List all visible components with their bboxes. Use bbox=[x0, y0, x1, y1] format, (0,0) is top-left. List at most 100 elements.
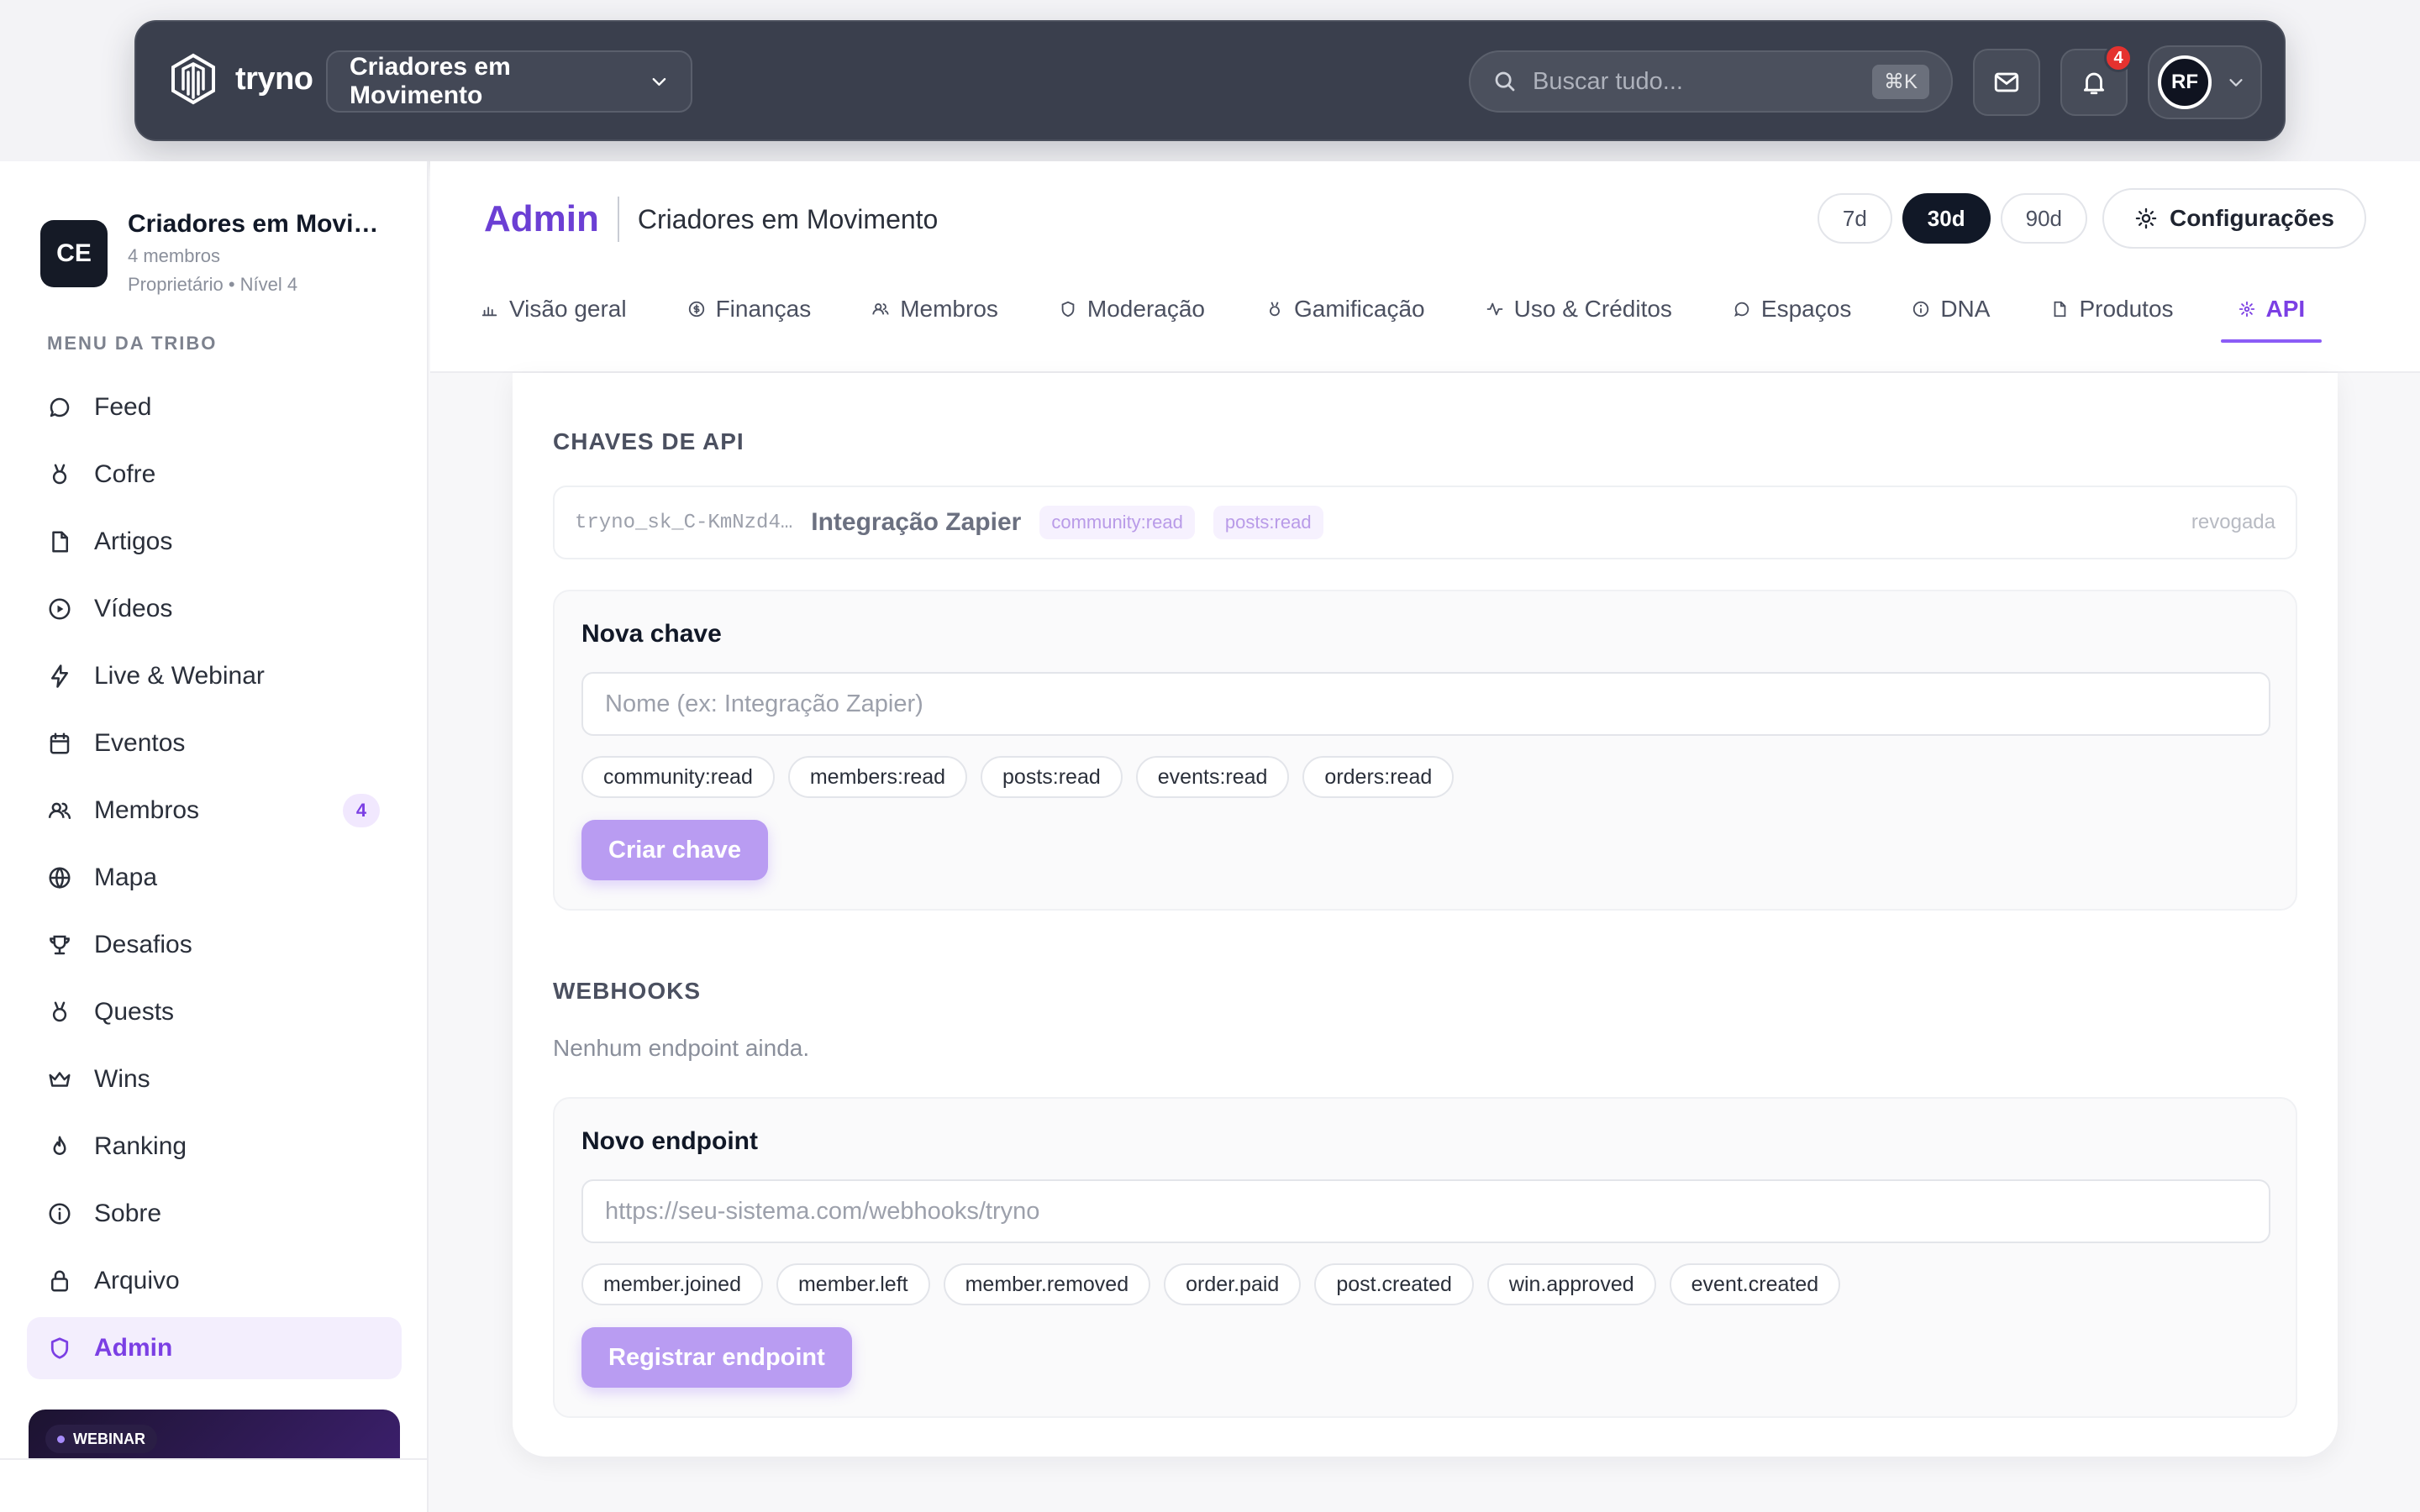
mail-icon bbox=[1994, 72, 2019, 92]
sidebar-item-artigos[interactable]: Artigos bbox=[27, 511, 402, 573]
admin-header: Admin Criadores em Movimento 7d 30d 90d … bbox=[430, 161, 2420, 373]
event-chip[interactable]: member.removed bbox=[943, 1263, 1151, 1305]
tab-visao-geral[interactable]: Visão geral bbox=[481, 276, 657, 343]
new-key-form: Nova chave community:read members:read p… bbox=[553, 590, 2297, 911]
user-menu-button[interactable]: RF bbox=[2148, 45, 2262, 119]
sidebar-item-feed[interactable]: Feed bbox=[27, 376, 402, 438]
range-7d-button[interactable]: 7d bbox=[1817, 193, 1892, 244]
sidebar-item-mapa[interactable]: Mapa bbox=[27, 847, 402, 909]
sidebar-item-eventos[interactable]: Eventos bbox=[27, 712, 402, 774]
sidebar-item-label: Cofre bbox=[94, 460, 156, 488]
tab-label: API bbox=[2265, 296, 2306, 322]
global-search[interactable]: ⌘K bbox=[1469, 50, 1953, 113]
key-name-input[interactable] bbox=[581, 672, 2270, 736]
range-90d-button[interactable]: 90d bbox=[2000, 193, 2087, 244]
sidebar-item-label: Eventos bbox=[94, 729, 186, 757]
event-chip[interactable]: post.created bbox=[1314, 1263, 1474, 1305]
settings-button[interactable]: Configurações bbox=[2102, 188, 2366, 249]
tab-uso-creditos[interactable]: Uso & Créditos bbox=[1486, 276, 1702, 343]
event-chip[interactable]: event.created bbox=[1669, 1263, 1841, 1305]
document-icon bbox=[52, 531, 68, 553]
search-icon bbox=[1495, 71, 1515, 92]
scope-chip[interactable]: events:read bbox=[1135, 756, 1290, 798]
users-icon bbox=[48, 802, 71, 819]
lightning-icon bbox=[51, 664, 68, 688]
sidebar-item-membros[interactable]: Membros 4 bbox=[27, 780, 402, 842]
activity-icon bbox=[1486, 302, 1502, 316]
endpoint-url-input[interactable] bbox=[581, 1179, 2270, 1243]
sidebar-item-quests[interactable]: Quests bbox=[27, 981, 402, 1043]
tab-dna[interactable]: DNA bbox=[1912, 276, 2020, 343]
shield-icon bbox=[50, 1337, 69, 1359]
tribe-name: Criadores em Movimento bbox=[128, 210, 380, 238]
settings-button-label: Configurações bbox=[2169, 205, 2334, 231]
menu-title: MENU DA TRIBO bbox=[47, 333, 218, 354]
scope-chip[interactable]: posts:read bbox=[981, 756, 1123, 798]
tab-espacos[interactable]: Espaços bbox=[1733, 276, 1881, 343]
tab-financas[interactable]: Finanças bbox=[687, 276, 842, 343]
tab-api[interactable]: API bbox=[2220, 276, 2323, 343]
title-divider bbox=[617, 197, 619, 242]
sidebar-item-ranking[interactable]: Ranking bbox=[27, 1116, 402, 1178]
trophy-icon bbox=[50, 935, 70, 955]
medal-icon bbox=[1270, 302, 1280, 317]
tab-gamificacao[interactable]: Gamificação bbox=[1265, 276, 1455, 343]
sparkle-icon bbox=[2238, 301, 2254, 318]
sidebar-item-label: Arquivo bbox=[94, 1267, 180, 1294]
sidebar-item-label: Desafios bbox=[94, 931, 192, 958]
scope-chip[interactable]: orders:read bbox=[1302, 756, 1455, 798]
tab-produtos[interactable]: Produtos bbox=[2050, 276, 2203, 343]
brand[interactable]: tryno bbox=[166, 52, 313, 106]
tab-label: Moderação bbox=[1086, 296, 1205, 322]
event-chip[interactable]: order.paid bbox=[1164, 1263, 1302, 1305]
webhooks-section-title: WEBHOOKS bbox=[553, 978, 701, 1004]
topbar-background: tryno Criadores em Movimento ⌘K 4 RF bbox=[0, 0, 2420, 161]
scope-chip[interactable]: community:read bbox=[581, 756, 775, 798]
sidebar-item-admin[interactable]: Admin bbox=[27, 1317, 402, 1379]
sidebar-item-videos[interactable]: Vídeos bbox=[27, 578, 402, 640]
messages-button[interactable] bbox=[1973, 49, 2040, 116]
webhook-event-chips: member.joined member.left member.removed… bbox=[581, 1263, 1841, 1305]
shield-icon bbox=[1061, 301, 1075, 318]
document-icon bbox=[2054, 301, 2066, 318]
create-key-button[interactable]: Criar chave bbox=[581, 820, 768, 880]
live-dot-icon bbox=[57, 1435, 65, 1443]
api-key-scope: community:read bbox=[1039, 506, 1195, 539]
community-selector[interactable]: Criadores em Movimento bbox=[326, 50, 692, 113]
page-title-text: Admin bbox=[484, 198, 599, 239]
dollar-circle-icon bbox=[688, 301, 704, 318]
medal-icon bbox=[52, 464, 67, 485]
users-icon bbox=[872, 303, 889, 315]
topbar: tryno Criadores em Movimento ⌘K 4 RF bbox=[134, 20, 2286, 141]
scope-chip[interactable]: members:read bbox=[787, 756, 968, 798]
event-chip[interactable]: member.joined bbox=[581, 1263, 763, 1305]
sidebar-item-sobre[interactable]: Sobre bbox=[27, 1183, 402, 1245]
sidebar: CE Criadores em Movimento 4 membros Prop… bbox=[0, 161, 429, 1512]
sidebar-item-desafios[interactable]: Desafios bbox=[27, 914, 402, 976]
sidebar-menu: Feed Cofre Artigos Vídeos Live & Webinar… bbox=[27, 376, 402, 1384]
sidebar-item-arquivo[interactable]: Arquivo bbox=[27, 1250, 402, 1312]
sidebar-item-label: Membros bbox=[94, 796, 200, 824]
tribe-members: 4 membros bbox=[128, 245, 221, 266]
sidebar-item-wins[interactable]: Wins bbox=[27, 1048, 402, 1110]
sidebar-item-cofre[interactable]: Cofre bbox=[27, 444, 402, 506]
tribe-header[interactable]: CE Criadores em Movimento 4 membros Prop… bbox=[40, 210, 380, 296]
api-panel: CHAVES DE API tryno_sk_C-KmNzd4… Integra… bbox=[513, 373, 2338, 1457]
event-chip[interactable]: win.approved bbox=[1486, 1263, 1656, 1305]
sidebar-item-live-webinar[interactable]: Live & Webinar bbox=[27, 645, 402, 707]
chevron-down-icon bbox=[2229, 79, 2243, 87]
info-icon bbox=[1913, 301, 1929, 318]
webhooks-empty-text: Nenhum endpoint ainda. bbox=[553, 1035, 810, 1061]
sidebar-item-label: Wins bbox=[94, 1065, 150, 1093]
register-endpoint-button[interactable]: Registrar endpoint bbox=[581, 1327, 852, 1388]
search-input[interactable] bbox=[1533, 67, 1857, 96]
api-keys-section-title: CHAVES DE API bbox=[553, 428, 744, 454]
tribe-role: Proprietário • Nível 4 bbox=[128, 274, 298, 295]
event-chip[interactable]: member.left bbox=[776, 1263, 930, 1305]
range-30d-button[interactable]: 30d bbox=[1902, 193, 1991, 244]
tab-membros[interactable]: Membros bbox=[871, 276, 1028, 343]
tab-label: DNA bbox=[1940, 296, 1991, 322]
tab-moderacao[interactable]: Moderação bbox=[1059, 276, 1235, 343]
notifications-button[interactable]: 4 bbox=[2060, 44, 2133, 116]
webinar-promo-card[interactable]: WEBINAR bbox=[29, 1410, 400, 1460]
